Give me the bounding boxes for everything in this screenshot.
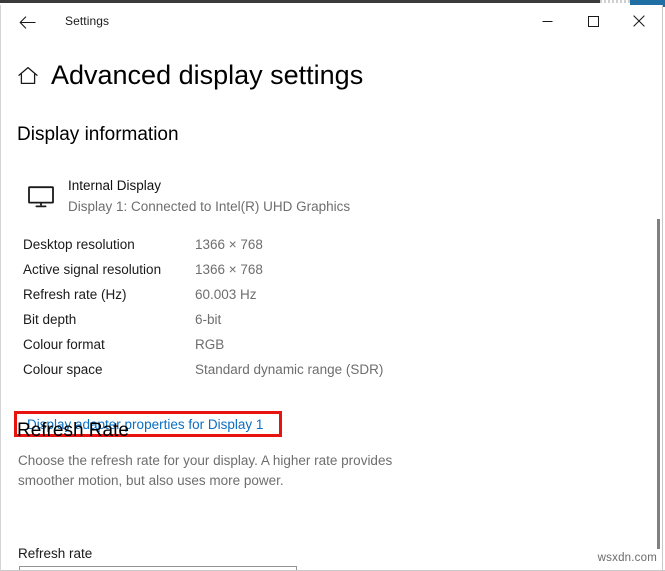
table-row: Refresh rate (Hz) 60.003 Hz [23,282,443,307]
display-connection: Display 1: Connected to Intel(R) UHD Gra… [68,197,350,216]
page-title: Advanced display settings [51,59,363,91]
page-content: Advanced display settings Display inform… [1,38,664,571]
refresh-rate-description: Choose the refresh rate for your display… [18,451,418,491]
app-title: Settings [65,14,109,28]
background-strip-checker [600,0,630,3]
spec-label: Desktop resolution [23,236,195,254]
close-button[interactable] [616,5,662,37]
refresh-rate-field-label: Refresh rate [18,545,92,563]
table-row: Bit depth 6-bit [23,307,443,332]
table-row: Desktop resolution 1366 × 768 [23,232,443,257]
maximize-button[interactable] [570,5,616,37]
display-spec-table: Desktop resolution 1366 × 768 Active sig… [23,232,443,382]
back-button[interactable] [9,7,45,37]
window-controls [524,5,662,37]
back-arrow-icon [19,16,36,29]
display-summary-text: Internal Display Display 1: Connected to… [68,176,350,216]
page-header: Advanced display settings [15,59,363,91]
spec-value: 6-bit [195,311,221,329]
minimize-icon [542,16,553,27]
section-heading-display-information: Display information [17,123,179,147]
maximize-icon [588,16,599,27]
display-name: Internal Display [68,176,350,195]
scrollbar-thumb[interactable] [657,219,660,549]
vertical-scrollbar[interactable] [654,71,663,571]
background-strip-dark [0,0,600,3]
spec-label: Bit depth [23,311,195,329]
spec-label: Refresh rate (Hz) [23,286,195,304]
settings-window: Settings [0,5,663,571]
home-icon[interactable] [15,62,41,88]
section-heading-refresh-rate: Refresh Rate [17,419,129,443]
display-summary: Internal Display Display 1: Connected to… [23,176,350,216]
watermark: wsxdn.com [598,551,657,565]
spec-value: Standard dynamic range (SDR) [195,361,383,379]
spec-value: RGB [195,336,224,354]
table-row: Colour space Standard dynamic range (SDR… [23,357,443,382]
spec-label: Colour format [23,336,195,354]
minimize-button[interactable] [524,5,570,37]
close-icon [633,15,645,27]
spec-value: 1366 × 768 [195,236,263,254]
table-row: Active signal resolution 1366 × 768 [23,257,443,282]
table-row: Colour format RGB [23,332,443,357]
spec-value: 60.003 Hz [195,286,257,304]
spec-label: Active signal resolution [23,261,195,279]
spec-value: 1366 × 768 [195,261,263,279]
title-bar: Settings [1,5,662,38]
spec-label: Colour space [23,361,195,379]
monitor-icon [23,179,59,215]
